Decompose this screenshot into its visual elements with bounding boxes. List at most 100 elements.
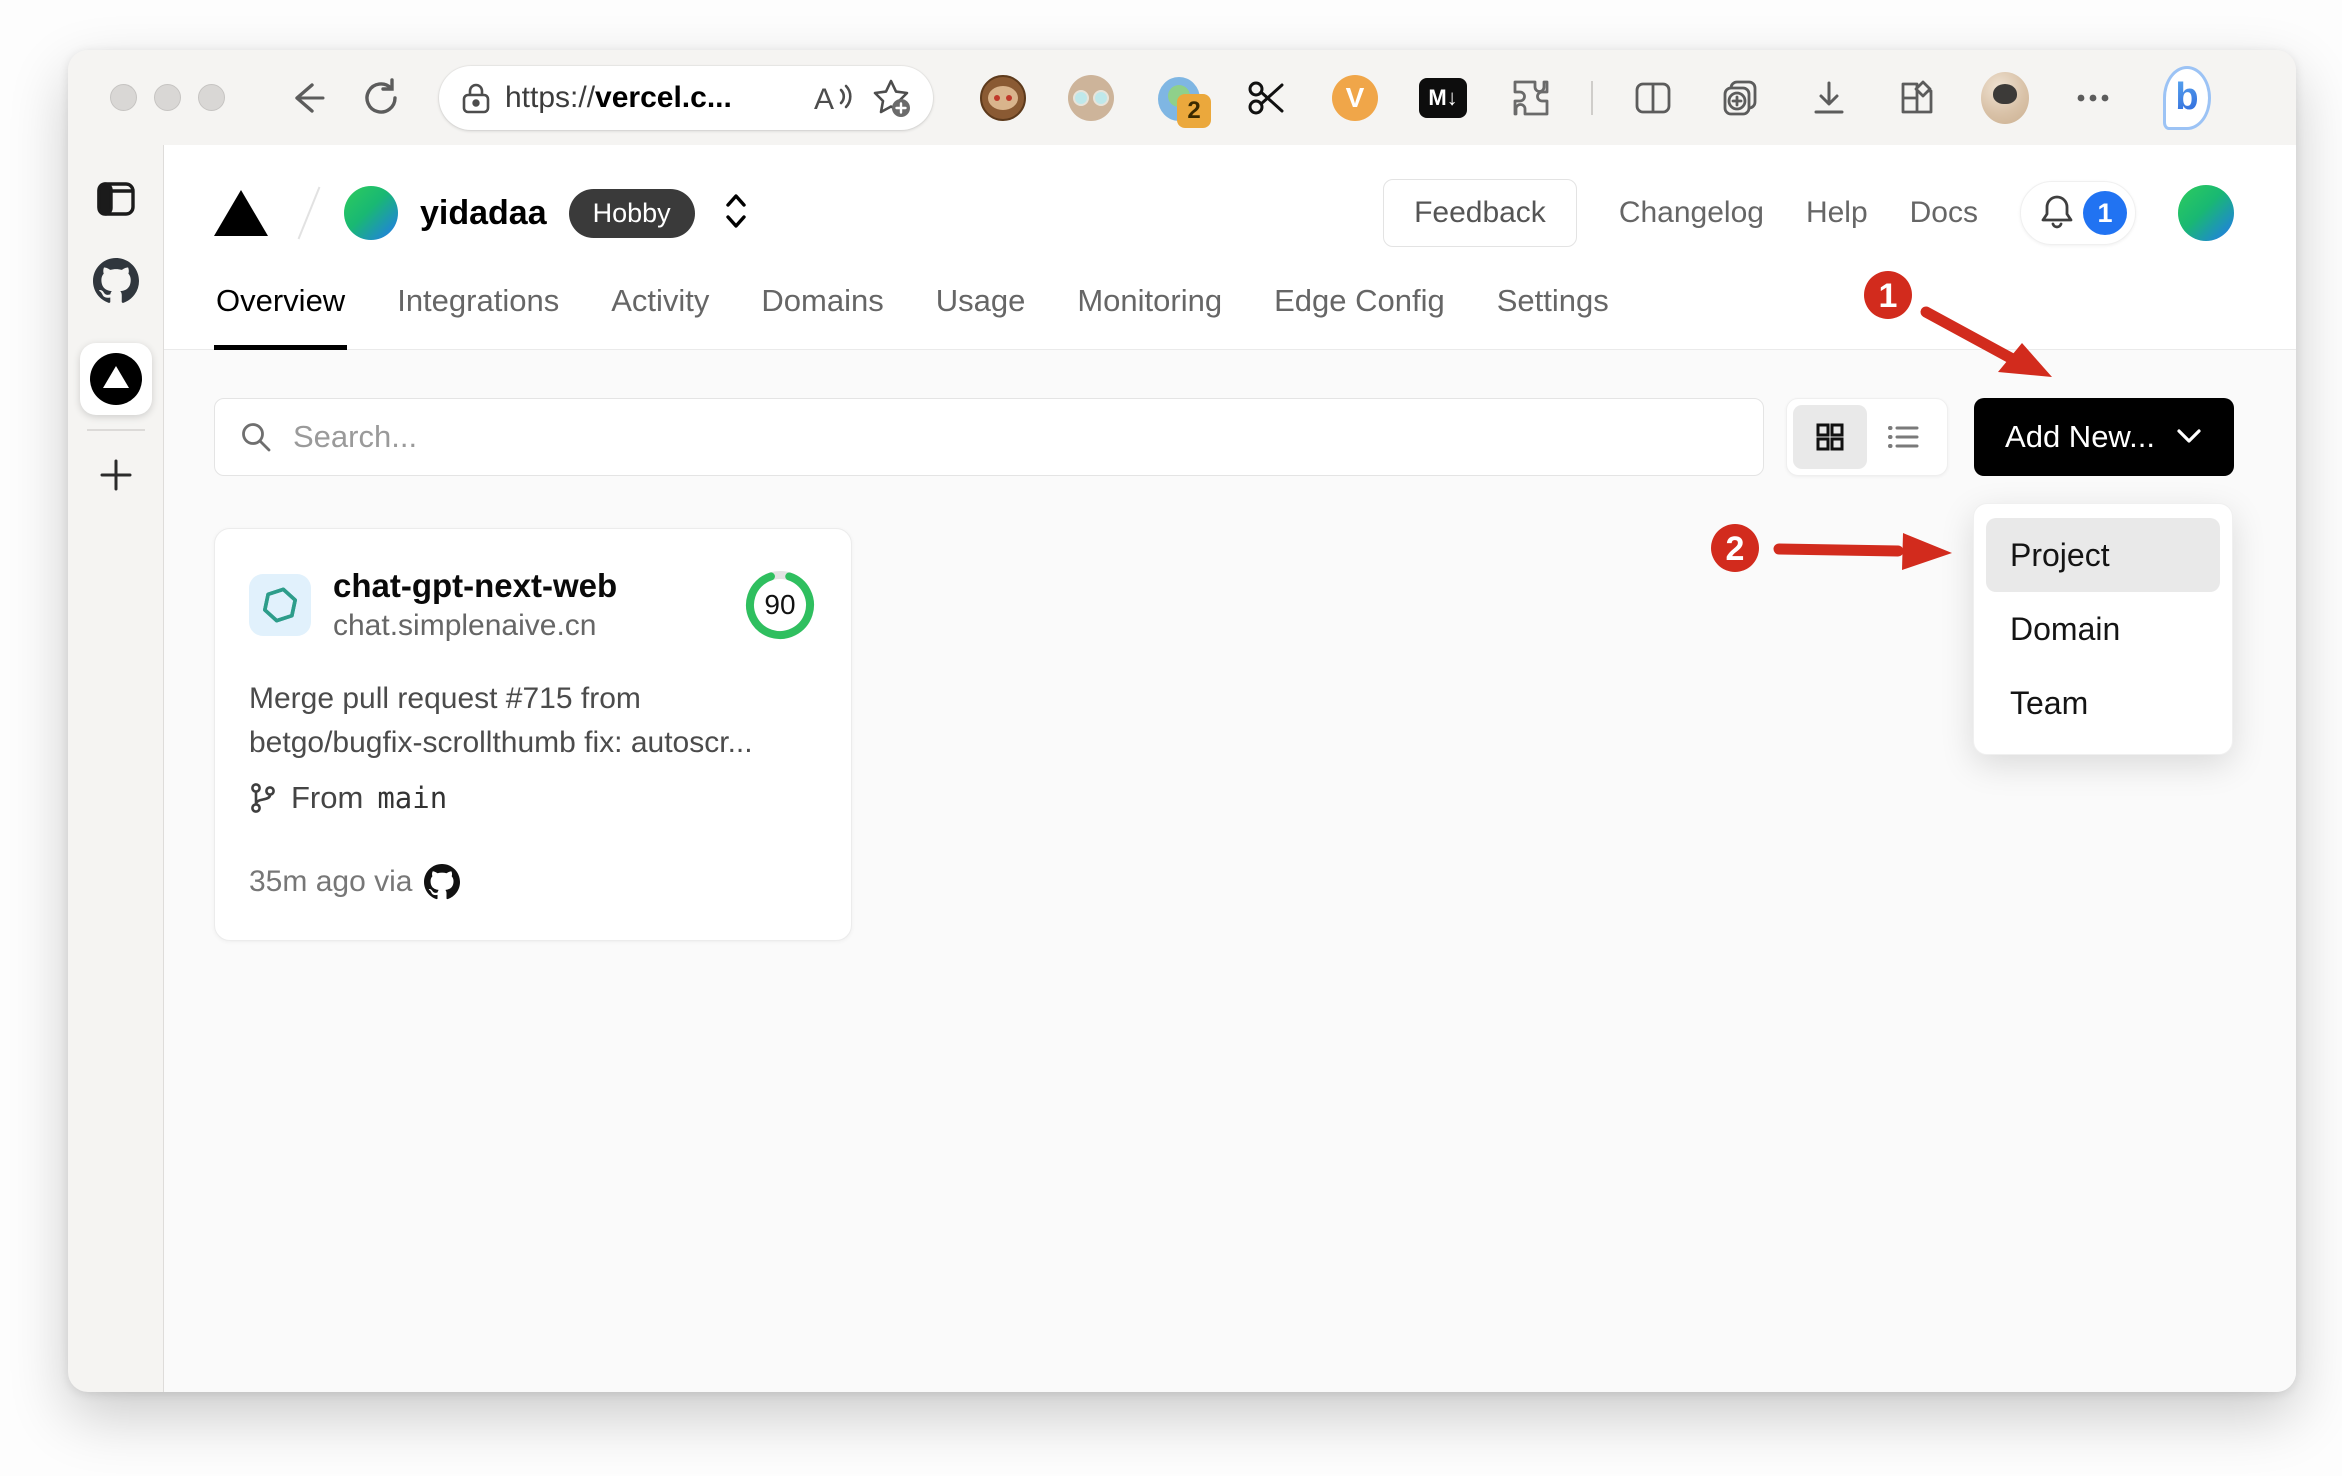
panel-toggle-icon [96, 182, 135, 216]
deployment-meta: 35m ago via [249, 864, 817, 900]
scissors-icon [1248, 81, 1284, 114]
add-favorite-icon[interactable] [869, 76, 913, 120]
vercel-header: yidadaa Hobby Feedback Changelog Help Do… [164, 145, 2296, 247]
help-link[interactable]: Help [1806, 196, 1868, 230]
read-aloud-icon[interactable]: A [813, 80, 855, 116]
dropdown-item-project[interactable]: Project [1986, 518, 2220, 592]
project-search[interactable] [214, 398, 1764, 476]
list-view-button[interactable] [1867, 405, 1941, 469]
tab-monitoring[interactable]: Monitoring [1075, 277, 1224, 350]
lock-icon [462, 83, 490, 113]
tab-overview[interactable]: Overview [214, 277, 348, 350]
extensions-menu-button[interactable] [1507, 74, 1555, 122]
grid-view-button[interactable] [1793, 405, 1867, 469]
team-switcher[interactable] [721, 189, 751, 238]
zoom-window-button[interactable] [198, 84, 225, 111]
close-window-button[interactable] [110, 84, 137, 111]
collections-button[interactable] [1717, 74, 1765, 122]
face-icon [1068, 74, 1114, 121]
refresh-button[interactable] [357, 74, 405, 122]
github-icon [92, 258, 139, 303]
browser-essentials-icon [1901, 80, 1933, 113]
vercel-tab-icon [89, 353, 142, 405]
browser-profile-button[interactable] [1981, 71, 2029, 124]
refresh-icon [365, 77, 397, 114]
view-toggle [1786, 398, 1948, 476]
extension-markdown-download[interactable]: M↓ [1419, 74, 1467, 122]
project-name[interactable]: chat-gpt-next-web [333, 565, 617, 606]
window-content: yidadaa Hobby Feedback Changelog Help Do… [68, 145, 2296, 1392]
extension-avatar[interactable] [1067, 74, 1115, 122]
browser-window: https://vercel.c... A 2 V M↓ b yidadaa H… [68, 50, 2296, 1392]
profile-avatar [1981, 71, 2029, 124]
svg-text:A: A [814, 83, 834, 116]
search-icon [242, 423, 271, 452]
url-scheme: https:// [505, 80, 596, 114]
browser-essentials-button[interactable] [1893, 74, 1941, 122]
user-avatar[interactable] [2178, 185, 2234, 241]
notifications-button[interactable]: 1 [2020, 181, 2136, 245]
new-tab-button[interactable] [96, 455, 136, 500]
header-actions: Feedback Changelog Help Docs 1 [1383, 179, 2234, 247]
breadcrumb-slash [297, 186, 321, 240]
plan-badge: Hobby [568, 188, 695, 238]
sidebar-panel-toggle[interactable] [95, 179, 137, 224]
project-domain[interactable]: chat.simplenaive.cn [333, 606, 617, 645]
back-icon [295, 82, 325, 113]
feedback-button[interactable]: Feedback [1383, 179, 1577, 247]
add-new-dropdown: Project Domain Team [1973, 503, 2233, 755]
sidebar-tab-vercel-active[interactable] [79, 343, 152, 415]
address-bar[interactable]: https://vercel.c... A [439, 65, 933, 130]
extension-clipper[interactable] [1243, 74, 1291, 122]
more-menu-button[interactable] [2069, 74, 2117, 122]
dropdown-item-domain[interactable]: Domain [1986, 592, 2220, 666]
url-domain: vercel.c... [595, 80, 732, 114]
docs-link[interactable]: Docs [1910, 196, 1978, 230]
bing-chat-button[interactable]: b [2163, 65, 2211, 130]
branch-prefix: From [291, 780, 364, 816]
window-controls [110, 84, 225, 111]
puzzle-icon [1513, 80, 1549, 115]
sidebar-divider [86, 429, 145, 431]
chevron-up-down-icon [725, 193, 746, 228]
changelog-link[interactable]: Changelog [1619, 196, 1764, 230]
deployment-time: 35m ago via [249, 865, 413, 899]
downloads-button[interactable] [1805, 74, 1853, 122]
tab-settings[interactable]: Settings [1495, 277, 1611, 350]
team-name: yidadaa [420, 193, 547, 232]
tab-usage[interactable]: Usage [934, 277, 1028, 350]
split-screen-button[interactable] [1629, 74, 1677, 122]
minimize-window-button[interactable] [154, 84, 181, 111]
monkey-icon [980, 74, 1026, 121]
tab-edge-config[interactable]: Edge Config [1272, 277, 1447, 350]
bell-icon [2041, 195, 2073, 229]
chevron-down-icon [2177, 429, 2201, 443]
add-new-label: Add New... [2005, 419, 2155, 454]
back-button[interactable] [283, 74, 331, 122]
extension-v[interactable]: V [1331, 74, 1379, 122]
project-titles: chat-gpt-next-web chat.simplenaive.cn [333, 565, 617, 645]
tab-domains[interactable]: Domains [759, 277, 885, 350]
github-source-icon [424, 864, 461, 900]
score-value: 90 [764, 589, 796, 621]
tab-integrations[interactable]: Integrations [395, 277, 561, 350]
screenshot-stage: https://vercel.c... A 2 V M↓ b yidadaa H… [0, 0, 2342, 1476]
branch-name[interactable]: main [377, 781, 447, 815]
sidebar-tab-github[interactable] [92, 258, 139, 309]
dashboard-tabs: Overview Integrations Activity Domains U… [164, 277, 2296, 350]
extension-with-badge[interactable]: 2 [1155, 74, 1211, 128]
lighthouse-score[interactable]: 90 [743, 568, 817, 642]
latest-commit-message[interactable]: Merge pull request #715 from betgo/bugfi… [249, 677, 817, 764]
edge-sidebar [68, 145, 163, 1392]
extension-tampermonkey[interactable] [979, 74, 1027, 122]
dropdown-item-team[interactable]: Team [1986, 666, 2220, 740]
project-card[interactable]: chat-gpt-next-web chat.simplenaive.cn 90 [214, 528, 852, 942]
team-avatar[interactable] [344, 186, 398, 240]
vercel-logo[interactable] [214, 190, 268, 236]
more-menu-icon [2077, 94, 2109, 101]
search-input[interactable] [293, 419, 1739, 455]
grid-view-icon [1816, 423, 1844, 451]
tab-activity[interactable]: Activity [609, 277, 711, 350]
add-new-button[interactable]: Add New... [1974, 398, 2234, 476]
plus-icon [100, 459, 131, 491]
